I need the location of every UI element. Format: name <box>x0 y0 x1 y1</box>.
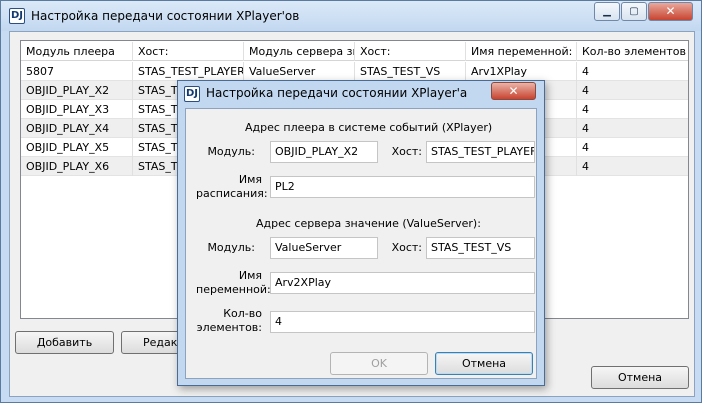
app-icon: DJ <box>9 8 25 24</box>
module-label: Модуль: <box>207 145 255 158</box>
table-cell: 4 <box>577 81 688 100</box>
column-header[interactable]: Имя переменной: <box>466 42 577 61</box>
edit-dialog: DJ Настройка передачи состоянии XPlayer'… <box>177 80 545 386</box>
table-cell: OBJID_PLAY_X2 <box>21 81 133 100</box>
module-field[interactable]: OBJID_PLAY_X2 <box>270 141 378 163</box>
main-cancel-button[interactable]: Отмена <box>591 366 689 389</box>
table-cell: OBJID_PLAY_X4 <box>21 119 133 138</box>
server-module-label: Модуль: <box>207 241 255 254</box>
add-button[interactable]: Добавить <box>15 331 114 354</box>
table-cell: OBJID_PLAY_X6 <box>21 157 133 176</box>
table-cell: OBJID_PLAY_X3 <box>21 100 133 119</box>
dialog-cancel-button[interactable]: Отмена <box>435 352 533 375</box>
ok-button[interactable]: OK <box>330 352 428 375</box>
table-cell: 4 <box>577 119 688 138</box>
dialog-app-icon: DJ <box>184 86 200 102</box>
schedule-label-line1: Имя <box>238 173 262 186</box>
variable-label-line1: Имя <box>238 269 262 282</box>
table-cell: OBJID_PLAY_X5 <box>21 138 133 157</box>
variable-label-line2: переменной: <box>196 283 271 296</box>
main-title-bar[interactable]: DJ Настройка передачи состоянии XPlayer'… <box>1 1 701 31</box>
maximize-button[interactable]: ▢ <box>621 2 647 21</box>
grid-header: Модуль плеера Хост: Модуль сервера зн Хо… <box>21 42 688 61</box>
table-cell: 4 <box>577 157 688 176</box>
host-label: Хост: <box>391 145 422 158</box>
server-host-label: Хост: <box>391 241 422 254</box>
table-cell: STAS_TEST_VS <box>355 62 466 81</box>
count-field[interactable]: 4 <box>270 311 535 333</box>
dialog-client-area: Адрес плеера в системе событий (XPlayer)… <box>185 108 537 379</box>
close-button[interactable]: ✕ <box>648 2 693 21</box>
column-header[interactable]: Кол-во элементов <box>577 42 688 61</box>
variable-field[interactable]: Arv2XPlay <box>270 272 535 294</box>
table-cell: STAS_TEST_PLAYER <box>133 62 244 81</box>
count-label-line1: Кол-во <box>223 307 262 320</box>
count-label-line2: элементов: <box>196 321 262 334</box>
schedule-field[interactable]: PL2 <box>270 176 535 198</box>
column-header[interactable]: Хост: <box>133 42 244 61</box>
main-window-title: Настройка передачи состоянии XPlayer'ов <box>31 9 300 23</box>
table-cell: 4 <box>577 62 688 81</box>
minimize-button[interactable]: ▁ <box>594 2 620 21</box>
table-cell: Arv1XPlay <box>466 62 577 81</box>
column-header[interactable]: Хост: <box>355 42 466 61</box>
dialog-title: Настройка передачи состоянии XPlayer'а <box>206 86 468 100</box>
table-cell: ValueServer <box>244 62 355 81</box>
server-section-title: Адрес сервера значение (ValueServer): <box>256 217 481 230</box>
column-header[interactable]: Модуль сервера зн <box>244 42 355 61</box>
table-row[interactable]: 5807 STAS_TEST_PLAYER ValueServer STAS_T… <box>21 62 688 81</box>
server-host-field[interactable]: STAS_TEST_VS <box>426 237 535 259</box>
column-header[interactable]: Модуль плеера <box>21 42 133 61</box>
player-section-title: Адрес плеера в системе событий (XPlayer) <box>245 121 493 134</box>
table-cell: 5807 <box>21 62 133 81</box>
table-cell: 4 <box>577 138 688 157</box>
host-field[interactable]: STAS_TEST_PLAYEF <box>426 141 535 163</box>
table-cell: 4 <box>577 100 688 119</box>
schedule-label-line2: расписания: <box>196 187 268 200</box>
dialog-close-button[interactable]: ✕ <box>491 82 536 100</box>
server-module-field[interactable]: ValueServer <box>270 237 378 259</box>
